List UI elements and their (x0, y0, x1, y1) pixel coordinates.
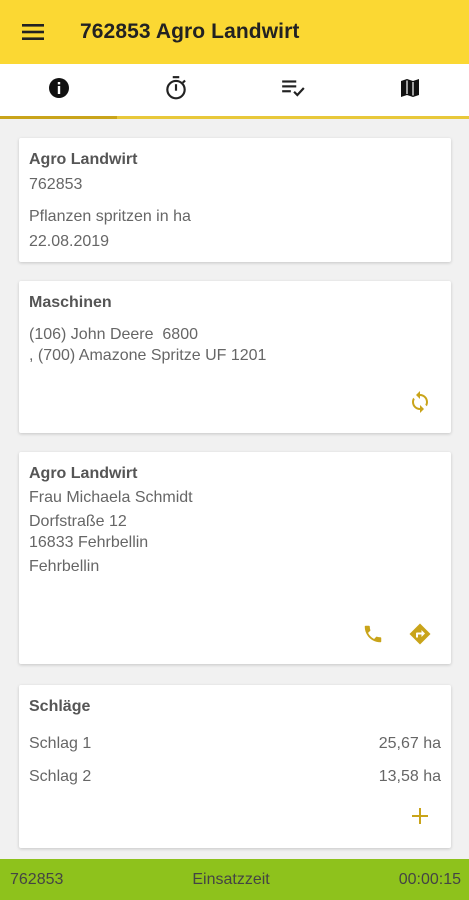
phone-icon[interactable] (360, 621, 386, 647)
footer-timer: 00:00:15 (398, 870, 461, 888)
machines-card: Maschinen (106) John Deere 6800 , (700) … (19, 281, 451, 433)
contact-street: Dorfstraße 12 (29, 513, 127, 530)
field-name: Schlag 2 (29, 768, 92, 785)
info-icon (47, 76, 71, 105)
tab-map[interactable] (352, 64, 469, 116)
menu-icon[interactable] (18, 17, 48, 47)
order-number: 762853 (29, 176, 83, 193)
tab-bar (0, 64, 469, 119)
page-title: 762853 Agro Landwirt (80, 20, 300, 43)
fields-card: Schläge Schlag 1 25,67 ha Schlag 2 13,58… (19, 685, 451, 848)
contact-company: Agro Landwirt (29, 465, 138, 482)
app-bar: 762853 Agro Landwirt (0, 0, 469, 64)
contact-card: Agro Landwirt Frau Michaela Schmidt Dorf… (19, 452, 451, 664)
machine-line-1: (106) John Deere 6800 (29, 326, 198, 343)
plus-icon[interactable] (407, 803, 433, 829)
sync-icon[interactable] (407, 389, 433, 415)
field-area: 25,67 ha (378, 735, 441, 752)
status-footer: 762853 Einsatzzeit 00:00:15 (0, 859, 469, 900)
timer-icon (163, 75, 189, 106)
customer-name: Agro Landwirt (29, 151, 138, 168)
contact-place: Fehrbellin (29, 558, 100, 575)
tab-checklist[interactable] (235, 64, 352, 116)
machine-line-2: , (700) Amazone Spritze UF 1201 (29, 347, 267, 364)
order-date: 22.08.2019 (29, 233, 110, 250)
map-icon (398, 76, 422, 105)
contact-city: 16833 Fehrbellin (29, 534, 149, 551)
field-name: Schlag 1 (29, 735, 92, 752)
field-area: 13,58 ha (378, 768, 441, 785)
tab-timer[interactable] (117, 64, 234, 116)
fields-title: Schläge (29, 698, 91, 715)
machines-title: Maschinen (29, 294, 112, 311)
directions-icon[interactable] (407, 621, 433, 647)
contact-person: Frau Michaela Schmidt (29, 489, 193, 506)
footer-label: Einsatzzeit (192, 870, 270, 888)
order-card: Agro Landwirt 762853 Pflanzen spritzen i… (19, 138, 451, 262)
task-description: Pflanzen spritzen in ha (29, 208, 191, 225)
footer-order-number: 762853 (10, 870, 64, 888)
tab-info[interactable] (0, 64, 118, 119)
checklist-icon (280, 75, 306, 106)
